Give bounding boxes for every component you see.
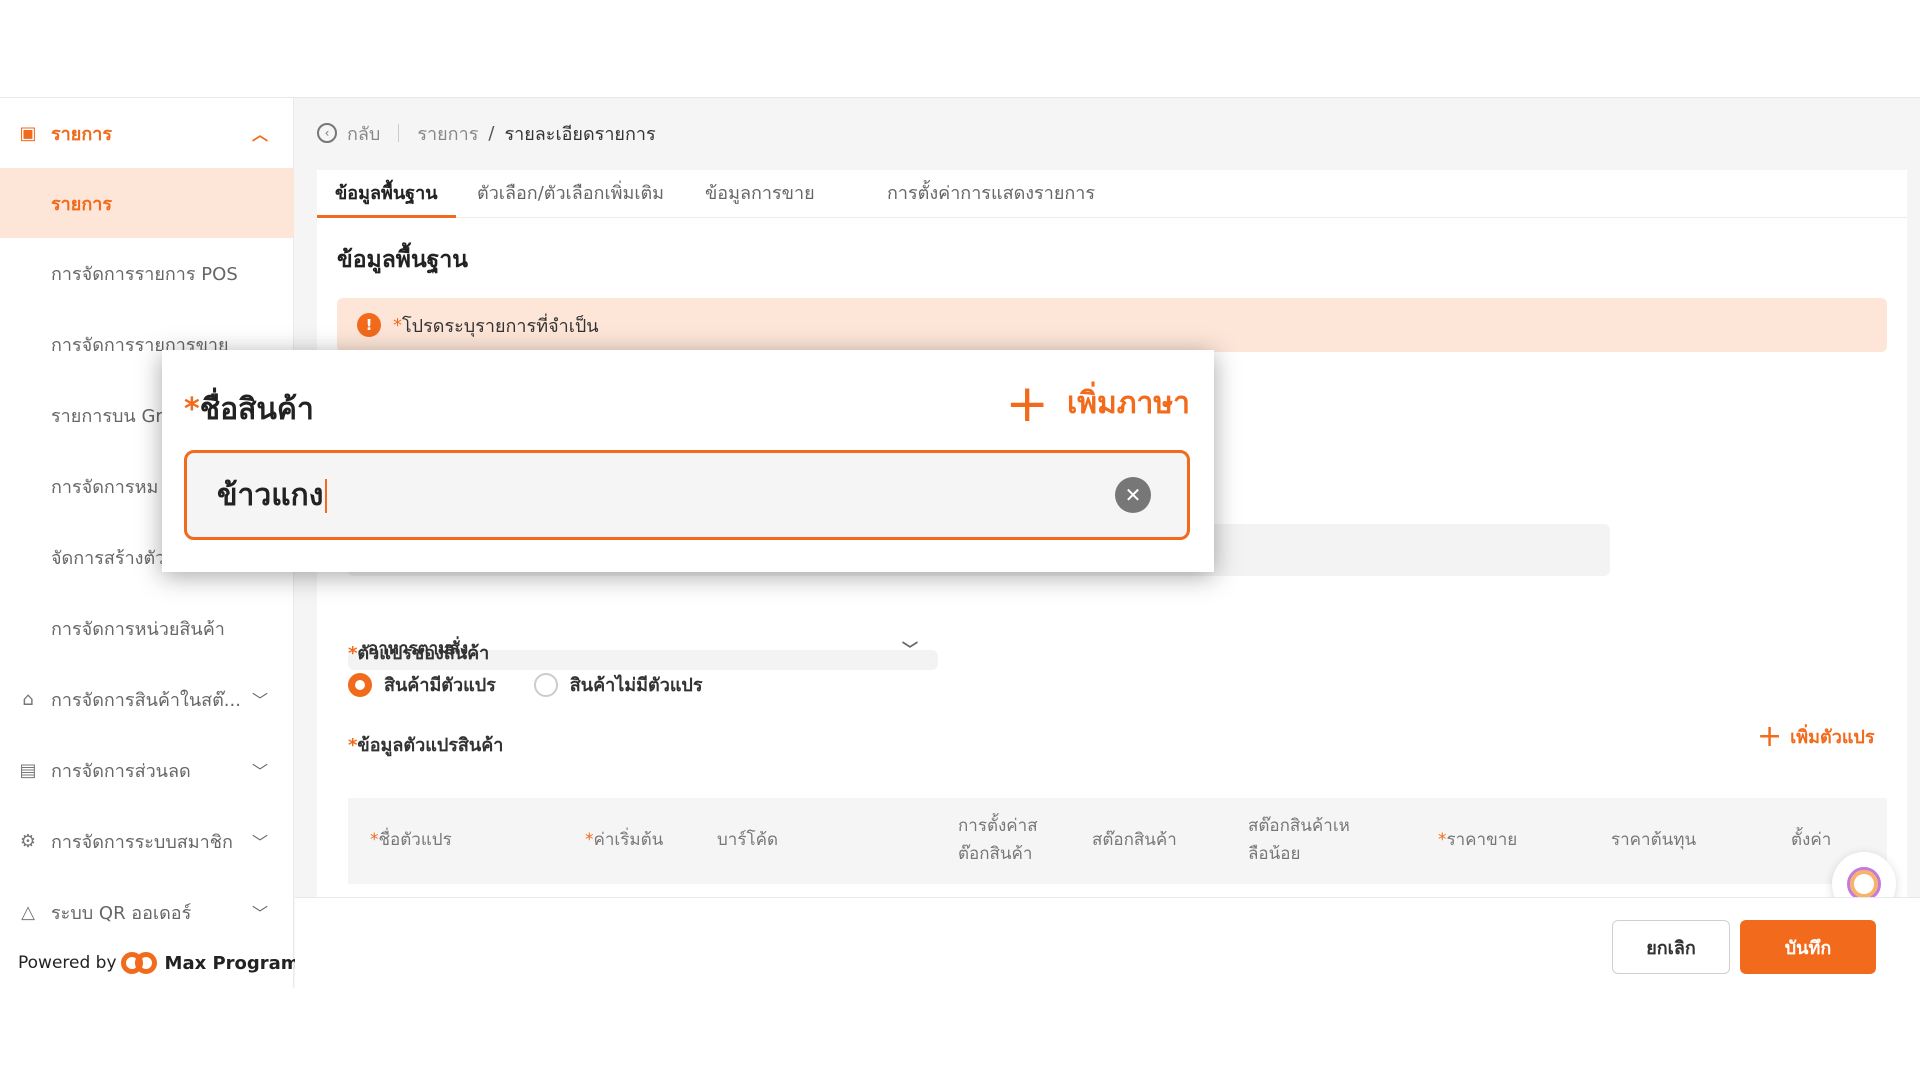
tab-bar: ข้อมูลพื้นฐาน ตัวเลือก/ตัวเลือกเพิ่มเติม… — [317, 170, 1907, 218]
radio-label: สินค้ามีตัวแปร — [384, 675, 496, 696]
add-language-label: เพิ่มภาษา — [1066, 386, 1190, 421]
column-variant-name: *ชื่อตัวแปร — [370, 830, 452, 850]
section-title: ข้อมูลพื้นฐาน — [337, 247, 469, 273]
column-price: *ราคาขาย — [1438, 830, 1518, 850]
sidebar-item-label: การจัดการหน่วยสินค้า — [51, 618, 225, 640]
back-link[interactable]: กลับ — [347, 119, 380, 148]
column-barcode: บาร์โค้ด — [717, 830, 779, 850]
sidebar-item-label: การจัดการหม — [51, 476, 159, 498]
product-name-value: ข้าวแกง — [217, 472, 328, 519]
breadcrumb-separator: / — [488, 122, 495, 144]
chevron-up-icon: ︿ — [252, 125, 269, 144]
variant-data-label: *ข้อมูลตัวแปรสินค้า — [348, 730, 503, 759]
sidebar-item-label: ระบบ QR ออเดอร์ — [51, 902, 192, 924]
column-stock-setting: การตั้งค่าส ต๊อกสินค้า — [958, 816, 1038, 864]
breadcrumb: ‹ กลับ รายการ / รายละเอียดรายการ — [317, 118, 656, 148]
breadcrumb-current: รายละเอียดรายการ — [504, 123, 656, 145]
radio-unselected-icon — [533, 672, 558, 697]
add-variant-button[interactable]: + เพิ่มตัวแปร — [1757, 718, 1875, 754]
member-icon: ⚙ — [19, 830, 37, 852]
sidebar-item-label: การจัดการรายการ POS — [51, 263, 238, 285]
chevron-down-icon: ﹀ — [252, 904, 269, 923]
chevron-down-icon: ﹀ — [252, 762, 269, 781]
column-stock: สต๊อกสินค้า — [1092, 830, 1177, 850]
sidebar-item-label: การจัดการสินค้าในสต๊... — [51, 689, 241, 711]
sidebar-item-label: การจัดการส่วนลด — [51, 760, 191, 782]
required-mark: * — [184, 392, 200, 427]
sidebar-item-items[interactable]: รายการ — [0, 168, 294, 238]
variant-type-radio-group: สินค้ามีตัวแปร สินค้าไม่มีตัวแปร — [348, 670, 741, 699]
sidebar-item-units[interactable]: การจัดการหน่วยสินค้า — [0, 593, 294, 663]
column-settings: ตั้งค่า — [1791, 830, 1832, 850]
cancel-button[interactable]: ยกเลิก — [1612, 920, 1730, 974]
chevron-down-icon: ﹀ — [252, 833, 269, 852]
tab-basic-info[interactable]: ข้อมูลพื้นฐาน — [317, 170, 456, 218]
bell-icon: △ — [21, 901, 35, 923]
back-icon[interactable]: ‹ — [317, 123, 337, 143]
sidebar-group-items[interactable]: ▣ รายการ ︿ — [0, 98, 294, 168]
product-name-text: ชื่อสินค้า — [199, 392, 314, 427]
chevron-down-icon: ﹀ — [901, 640, 918, 659]
powered-by: Powered by Max Program — [18, 950, 300, 976]
sidebar-item-label: จัดการสร้างตัว — [51, 547, 166, 569]
form-card: ข้อมูลพื้นฐาน ตัวเลือก/ตัวเลือกเพิ่มเติม… — [317, 170, 1907, 988]
radio-no-variant[interactable]: สินค้าไม่มีตัวแปร — [533, 670, 703, 699]
sidebar-group-member[interactable]: ⚙ การจัดการระบบสมาชิก ﹀ — [0, 806, 294, 876]
brand-logo-icon — [120, 950, 161, 976]
clear-icon[interactable]: ✕ — [1115, 477, 1151, 513]
info-icon: ! — [357, 313, 381, 337]
variant-type-text: ตัวแปรของสินค้า — [357, 643, 490, 664]
sidebar-group-discount[interactable]: ▤ การจัดการส่วนลด ﹀ — [0, 735, 294, 805]
column-cost: ราคาต้นทุน — [1611, 830, 1697, 850]
product-name-label: *ชื่อสินค้า — [184, 386, 314, 433]
footer-bar: ยกเลิก บันทึก — [295, 897, 1920, 987]
product-name-input[interactable]: ข้าวแกง ✕ — [184, 450, 1190, 540]
radio-selected-icon — [348, 672, 372, 697]
tab-sales-info[interactable]: ข้อมูลการขาย — [705, 170, 815, 218]
add-variant-label: เพิ่มตัวแปร — [1790, 727, 1875, 748]
sidebar-item-label: รายการ — [51, 193, 112, 215]
sidebar-item-label: การจัดการระบบสมาชิก — [51, 831, 233, 853]
sidebar-item-pos[interactable]: การจัดการรายการ POS — [0, 238, 294, 308]
zoom-callout-product-name: *ชื่อสินค้า + เพิ่มภาษา ข้าวแกง ✕ — [162, 350, 1214, 572]
column-default: *ค่าเริ่มต้น — [585, 830, 664, 850]
store-icon: ⌂ — [22, 688, 34, 710]
variant-data-text: ข้อมูลตัวแปรสินค้า — [357, 735, 504, 756]
radio-has-variant[interactable]: สินค้ามีตัวแปร — [348, 670, 496, 699]
powered-by-text: Powered by — [18, 953, 117, 973]
assistant-icon — [1847, 867, 1881, 901]
required-mark: * — [348, 643, 358, 664]
required-alert: ! * โปรดระบุรายการที่จำเป็น — [337, 298, 1887, 352]
tab-options[interactable]: ตัวเลือก/ตัวเลือกเพิ่มเติม — [477, 170, 664, 218]
list-icon: ▣ — [19, 122, 37, 144]
breadcrumb-divider — [398, 124, 400, 142]
plus-icon: + — [1005, 373, 1049, 434]
variant-type-label: *ตัวแปรของสินค้า — [348, 638, 489, 667]
radio-label: สินค้าไม่มีตัวแปร — [569, 675, 703, 696]
tab-display-settings[interactable]: การตั้งค่าการแสดงรายการ — [887, 170, 1095, 218]
chevron-down-icon: ﹀ — [252, 691, 269, 710]
alert-text: โปรดระบุรายการที่จำเป็น — [402, 315, 599, 337]
required-mark: * — [393, 314, 402, 336]
brand-name: Max Program — [164, 952, 300, 974]
save-button[interactable]: บันทึก — [1740, 920, 1876, 974]
sidebar-group-qr[interactable]: △ ระบบ QR ออเดอร์ ﹀ — [0, 877, 294, 947]
breadcrumb-parent[interactable]: รายการ — [417, 119, 478, 148]
sidebar-item-label: รายการ — [51, 123, 112, 145]
required-mark: * — [348, 735, 358, 756]
sidebar-group-stock[interactable]: ⌂ การจัดการสินค้าในสต๊... ﹀ — [0, 664, 294, 734]
text-caret — [325, 479, 328, 513]
variant-table-header: *ชื่อตัวแปร *ค่าเริ่มต้น บาร์โค้ด การตั้… — [348, 798, 1887, 884]
coupon-icon: ▤ — [19, 759, 37, 781]
sidebar-item-label: รายการบน Gr — [51, 405, 163, 427]
add-language-button[interactable]: + เพิ่มภาษา — [1005, 373, 1190, 434]
plus-icon: + — [1757, 718, 1783, 754]
column-stock-remaining: สต๊อกสินค้าเห ลือน้อย — [1248, 816, 1350, 864]
